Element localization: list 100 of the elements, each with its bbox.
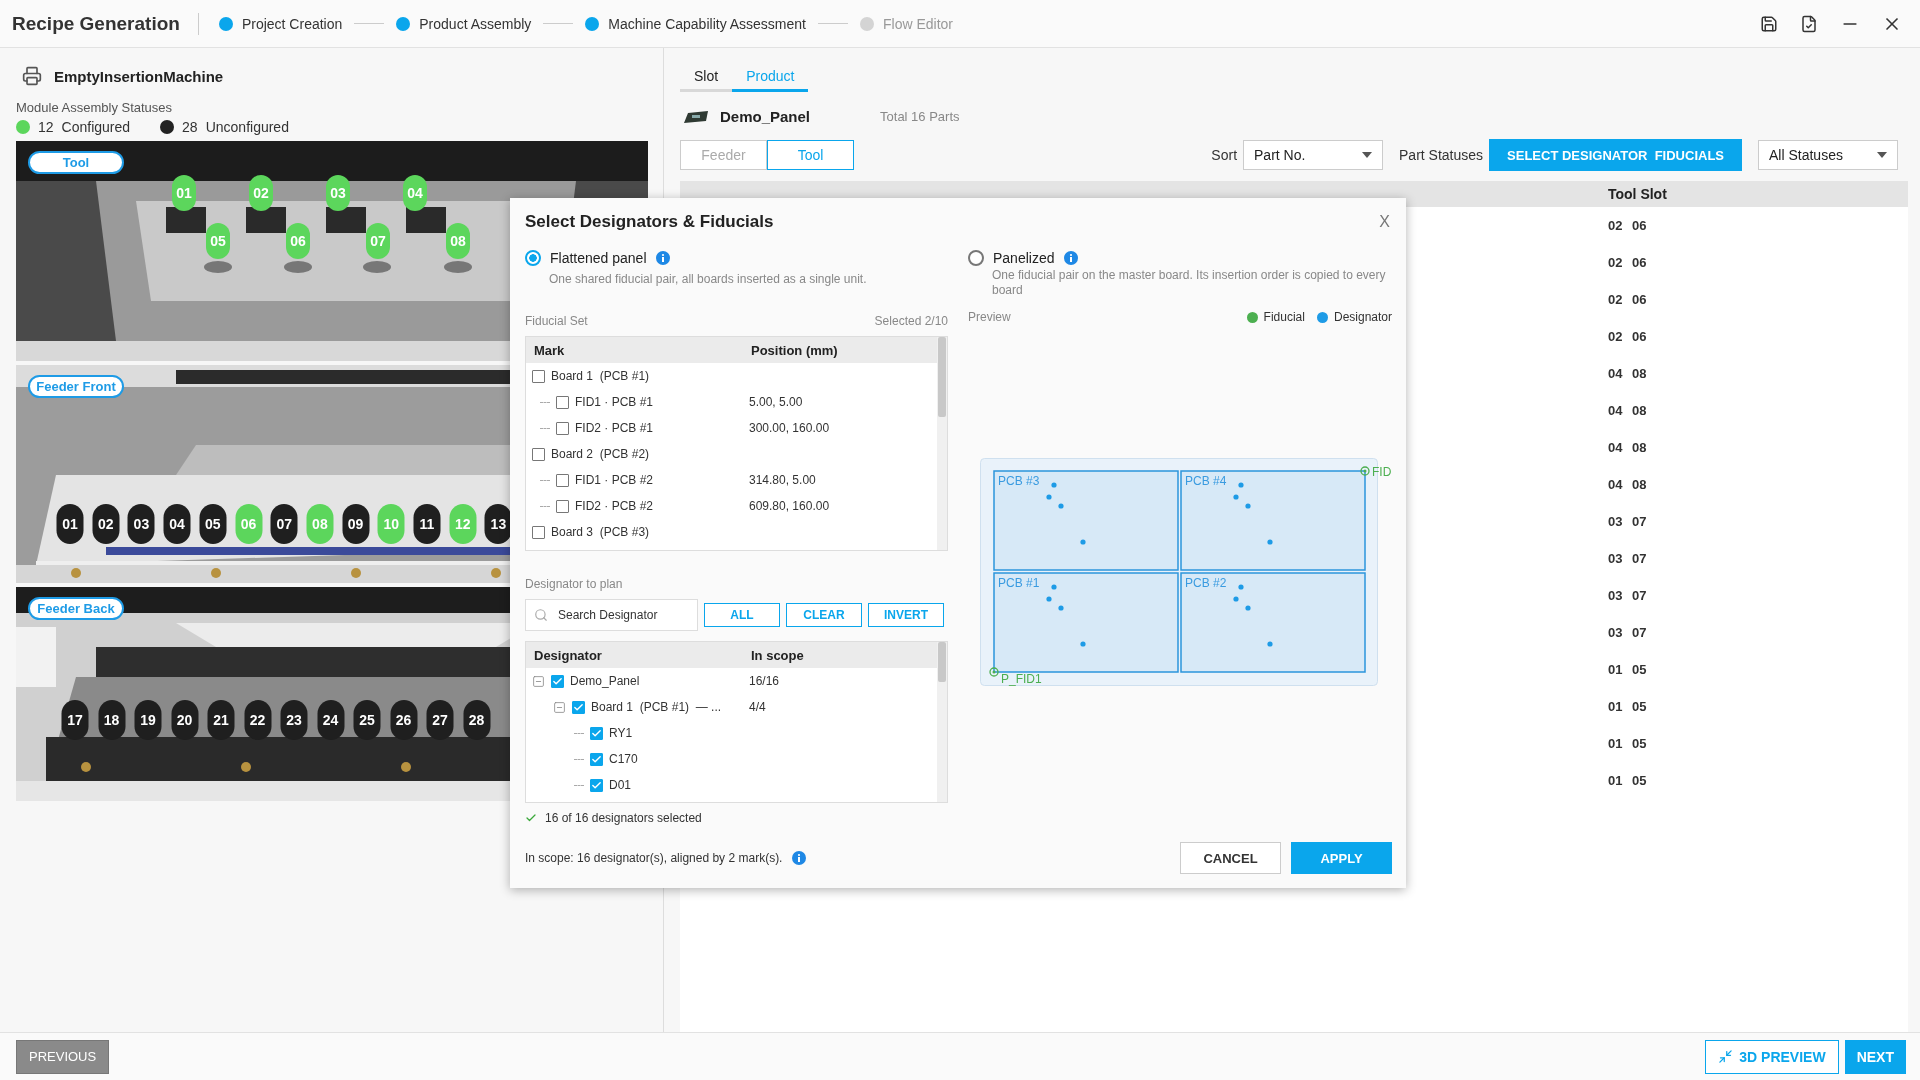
designator-dot [1245,503,1251,509]
product-name: Demo_Panel [720,108,811,125]
mark-label: Board 1 (PCB #1) [551,369,650,383]
dialog-button[interactable]: CANCEL [1180,842,1281,874]
step-label[interactable]: Project Creation [241,15,343,32]
machine-name: EmptyInsertionMachine [54,67,224,85]
designator-dot [1245,605,1251,611]
tab[interactable]: Slot [680,62,733,92]
designator-dot [1051,584,1057,590]
checkbox[interactable] [532,447,545,461]
step-label[interactable]: Flow Editor [883,15,954,32]
table-cell-text: 04 08 [1608,403,1648,418]
position-value: 314.80, 5.00 [749,473,817,487]
designator-dot [1046,494,1052,500]
column-header: Position (mm) [751,342,839,358]
checkbox[interactable] [551,674,564,688]
radio-label: Flattened panel [550,250,647,266]
checkbox[interactable] [590,752,603,766]
checkbox[interactable] [572,700,585,714]
designator-dot [1080,641,1086,647]
checkbox[interactable] [556,421,569,435]
action-button[interactable]: INVERT [868,603,944,627]
table-cell-text: 03 07 [1608,514,1648,529]
action-button[interactable]: ALL [704,603,780,627]
configured-count: 12 [38,119,54,135]
next-button[interactable]: NEXT [1844,1039,1906,1074]
checkbox[interactable] [590,726,603,740]
part-statuses-label: Part Statuses [1399,147,1484,163]
designator-label: C170 [609,752,638,766]
previous-button[interactable]: PREVIOUS [16,1039,110,1074]
designator-dot [1233,596,1239,602]
table-cell-text: 03 07 [1608,625,1648,640]
board-label: PCB #3 [998,474,1040,488]
checkbox[interactable] [590,778,603,792]
search-field[interactable]: Search Designator [525,599,698,631]
status-dot [160,120,175,134]
search-input[interactable]: Search Designator [556,607,686,623]
checkbox[interactable] [556,499,569,513]
mode-toggle[interactable]: Tool [767,140,854,170]
mark-label: FID1 · PCB #1 [575,395,654,409]
checkbox[interactable] [532,369,545,383]
scope-value: 4/4 [749,700,767,714]
info-icon [1063,251,1078,265]
step-label[interactable]: Product Assembly [419,15,532,32]
fiducial-label: FID [1372,465,1392,479]
designator-dot [1238,482,1244,488]
parts-total: Total 16 Parts [880,109,960,124]
section-title: Preview [968,310,1011,324]
machine-icon [22,66,42,86]
caret-icon [1877,152,1887,158]
radio-button[interactable] [968,250,984,266]
table-cell-text: 01 05 [1608,662,1648,677]
action-button[interactable]: CLEAR [786,603,862,627]
select-designator-button[interactable]: SELECT DESIGNATOR FIDUCIALS [1489,139,1742,171]
designator-dot [1267,539,1273,545]
designator-label: Demo_Panel [570,674,640,688]
column-header: Tool Slot [1608,186,1668,202]
checkbox[interactable] [532,525,545,539]
section-title: Fiducial Set [525,314,588,328]
step-label[interactable]: Machine Capability Assessment [608,15,806,32]
designator-dot [1080,539,1086,545]
sort-label: Sort [1211,147,1238,163]
collapse-icon[interactable] [532,674,545,688]
configured-label: Configured [61,119,131,135]
designator-dot [1046,596,1052,602]
table-cell-text: 02 06 [1608,292,1648,307]
view-label: Feeder Front [28,375,124,398]
legend-label: Fiducial [1263,310,1305,324]
dialog-title: Select Designators & Fiducials [525,212,774,232]
save-check-icon[interactable] [1800,14,1818,33]
mode-toggle[interactable]: Feeder [680,140,767,170]
dialog-button[interactable]: APPLY [1291,842,1392,874]
view-label: Feeder Back [28,597,124,620]
table-cell-text: 02 06 [1608,218,1648,233]
checkbox[interactable] [556,473,569,487]
app-title: Recipe Generation [12,12,199,35]
designator-dot [1238,584,1244,590]
status-select[interactable]: All Statuses [1758,140,1898,170]
radio-button[interactable] [525,250,541,266]
mode-description: One fiducial pair on the master board. Its insertion order is copied to every board [992,268,1387,298]
selection-count: Selected 2/10 [874,314,948,328]
info-icon [792,851,807,865]
check-icon [525,812,537,824]
scrollbar[interactable] [937,642,947,802]
scrollbar[interactable] [937,337,947,550]
checkbox[interactable] [556,395,569,409]
sort-select[interactable]: Part No. [1243,140,1384,170]
designator-dot [1058,605,1064,611]
preview-3d-button[interactable]: 3D PREVIEW [1705,1039,1839,1074]
position-value: 300.00, 160.00 [749,421,831,435]
collapse-icon[interactable] [553,700,566,714]
tab[interactable]: Product [732,62,809,92]
mark-label: FID2 · PCB #1 [575,421,654,435]
unconfigured-label: Unconfigured [205,119,289,135]
save-icon[interactable] [1760,14,1778,33]
table-cell-text: 01 05 [1608,736,1648,751]
fiducial-label: P_FID1 [1001,672,1042,686]
close-button[interactable]: X [1377,213,1392,231]
fiducial-mark [1360,466,1370,476]
mode-description: One shared fiducial pair, all boards inserted as a single unit. [549,272,868,288]
